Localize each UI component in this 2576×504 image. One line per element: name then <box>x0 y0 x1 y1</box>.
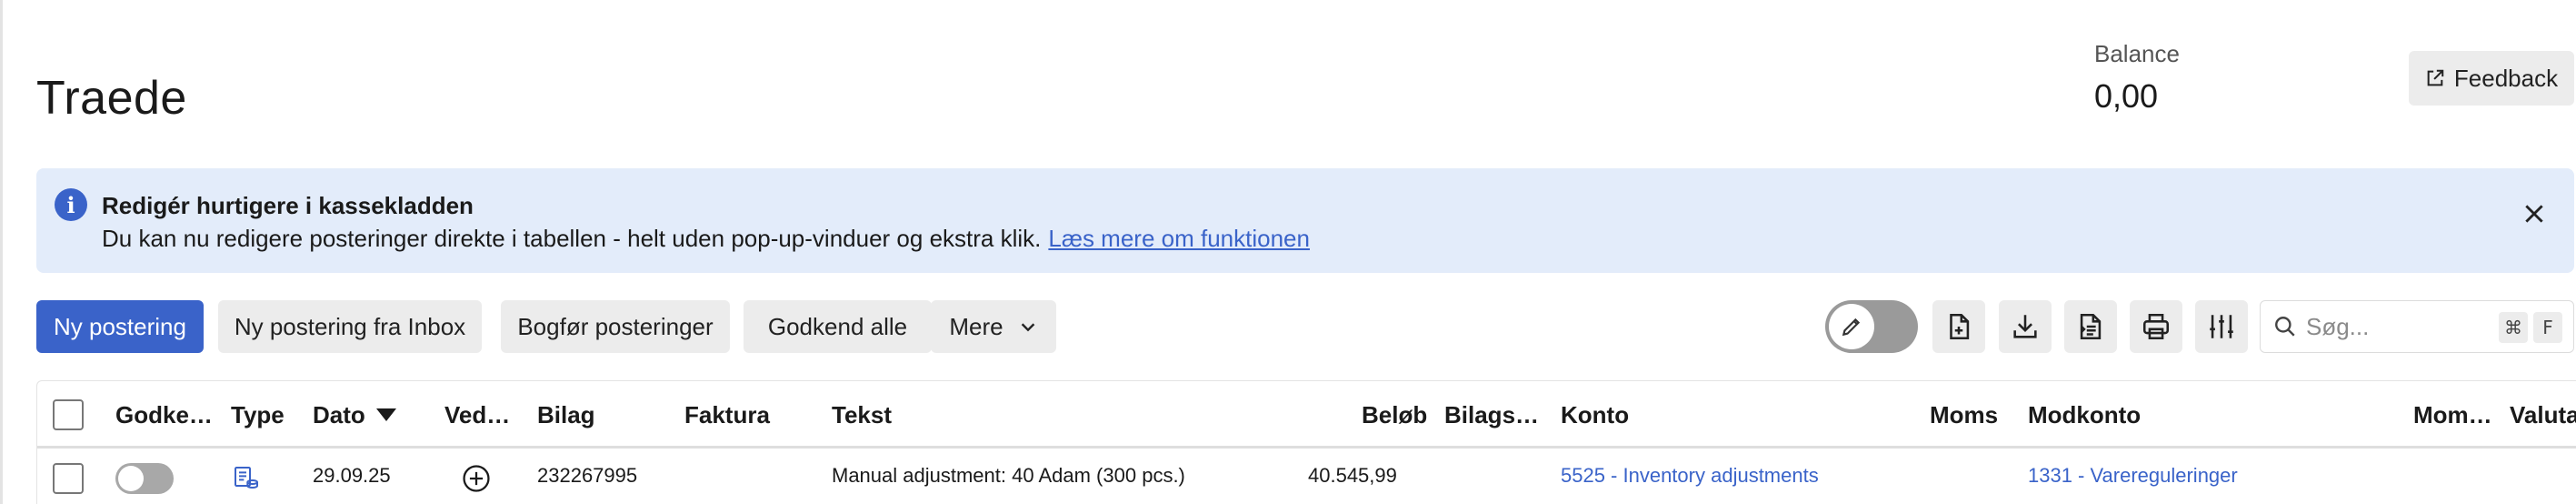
column-header-offset-vat[interactable]: Mom… <box>2413 401 2492 429</box>
file-list-button[interactable] <box>2064 300 2117 353</box>
print-button[interactable] <box>2130 300 2182 353</box>
column-header-type[interactable]: Type <box>231 401 285 429</box>
column-header-account[interactable]: Konto <box>1561 401 1629 429</box>
info-icon: i <box>55 188 87 221</box>
more-dropdown-button[interactable]: Mere <box>931 300 1056 353</box>
shortcut-cmd-key: ⌘ <box>2499 312 2528 343</box>
left-border <box>0 0 3 504</box>
cell-account-link[interactable]: 5525 - Inventory adjustments <box>1561 464 1819 488</box>
cell-offset-account-link[interactable]: 1331 - Varereguleringer <box>2028 464 2238 488</box>
page-title: Traede <box>36 72 187 125</box>
close-icon <box>2525 205 2543 223</box>
column-header-offset-account[interactable]: Modkonto <box>2028 401 2141 429</box>
inline-edit-toggle[interactable] <box>1825 300 1918 353</box>
balance-value: 0,00 <box>2094 77 2159 115</box>
feedback-label: Feedback <box>2453 64 2559 92</box>
search-field[interactable]: ⌘ F <box>2260 300 2574 353</box>
new-posting-from-inbox-button[interactable]: Ny postering fra Inbox <box>218 300 482 353</box>
download-icon <box>2013 315 2037 338</box>
approve-toggle[interactable] <box>115 463 174 494</box>
table-row[interactable]: 29.09.25 232267995 Manual adjustment: 40… <box>37 451 2576 504</box>
new-posting-button[interactable]: Ny postering <box>36 300 204 353</box>
new-document-button[interactable] <box>1932 300 1985 353</box>
cell-voucher: 232267995 <box>537 464 638 487</box>
column-header-amount[interactable]: Beløb <box>1362 401 1427 429</box>
shortcut-f-key: F <box>2533 312 2562 343</box>
more-label: Mere <box>949 312 1003 340</box>
column-header-currency[interactable]: Valuta <box>2510 401 2576 429</box>
column-header-text[interactable]: Tekst <box>832 401 892 429</box>
banner-learn-more-link[interactable]: Læs mere om funktionen <box>1048 225 1310 252</box>
select-all-checkbox[interactable] <box>53 399 84 430</box>
row-checkbox[interactable] <box>53 463 84 494</box>
printer-icon <box>2142 313 2170 340</box>
column-header-voucher[interactable]: Bilag <box>537 401 595 429</box>
ledger-type-icon <box>235 467 258 489</box>
info-banner: i Redigér hurtigere i kassekladden Du ka… <box>36 168 2574 273</box>
banner-text: Du kan nu redigere posteringer direkte i… <box>102 225 1310 253</box>
banner-title: Redigér hurtigere i kassekladden <box>102 192 474 219</box>
book-postings-button[interactable]: Bogfør posteringer <box>501 300 730 353</box>
search-input[interactable] <box>2306 312 2488 341</box>
import-button[interactable] <box>1999 300 2052 353</box>
column-header-date[interactable]: Dato <box>313 401 396 429</box>
toggle-knob <box>1829 304 1874 349</box>
external-link-icon <box>2427 69 2444 86</box>
banner-message: Du kan nu redigere posteringer direkte i… <box>102 225 1042 252</box>
sliders-icon <box>2210 315 2233 338</box>
chevron-down-icon <box>1021 323 1034 332</box>
file-plus-icon <box>1950 313 1970 340</box>
table-header: Godke… Type Dato Ved… Bilag Faktura Teks… <box>37 381 2576 449</box>
cell-date: 29.09.25 <box>313 464 391 487</box>
feedback-button[interactable]: Feedback <box>2409 51 2574 106</box>
balance-summary: Balance 0,00 <box>2094 40 2180 116</box>
cell-text: Manual adjustment: 40 Adam (300 pcs.) <box>832 464 1185 487</box>
column-header-vat[interactable]: Moms <box>1930 401 1998 429</box>
banner-close-button[interactable] <box>2516 196 2552 232</box>
column-header-approved[interactable]: Godke… <box>115 401 213 429</box>
add-attachment-icon[interactable] <box>461 463 492 494</box>
pencil-icon <box>1842 318 1861 337</box>
approve-all-button[interactable]: Godkend alle <box>744 300 932 353</box>
sort-desc-icon <box>375 408 396 421</box>
file-list-icon <box>2080 313 2102 340</box>
toggle-knob <box>118 466 144 491</box>
column-settings-button[interactable] <box>2195 300 2248 353</box>
search-icon <box>2275 317 2295 337</box>
column-header-voucher-type[interactable]: Bilags… <box>1444 401 1539 429</box>
column-header-attachment[interactable]: Ved… <box>444 401 510 429</box>
cell-amount: 40.545,99 <box>1308 464 1397 487</box>
column-header-invoice[interactable]: Faktura <box>684 401 770 429</box>
postings-table: Godke… Type Dato Ved… Bilag Faktura Teks… <box>36 380 2576 504</box>
column-header-date-label: Dato <box>313 401 365 428</box>
balance-label: Balance <box>2094 40 2180 67</box>
